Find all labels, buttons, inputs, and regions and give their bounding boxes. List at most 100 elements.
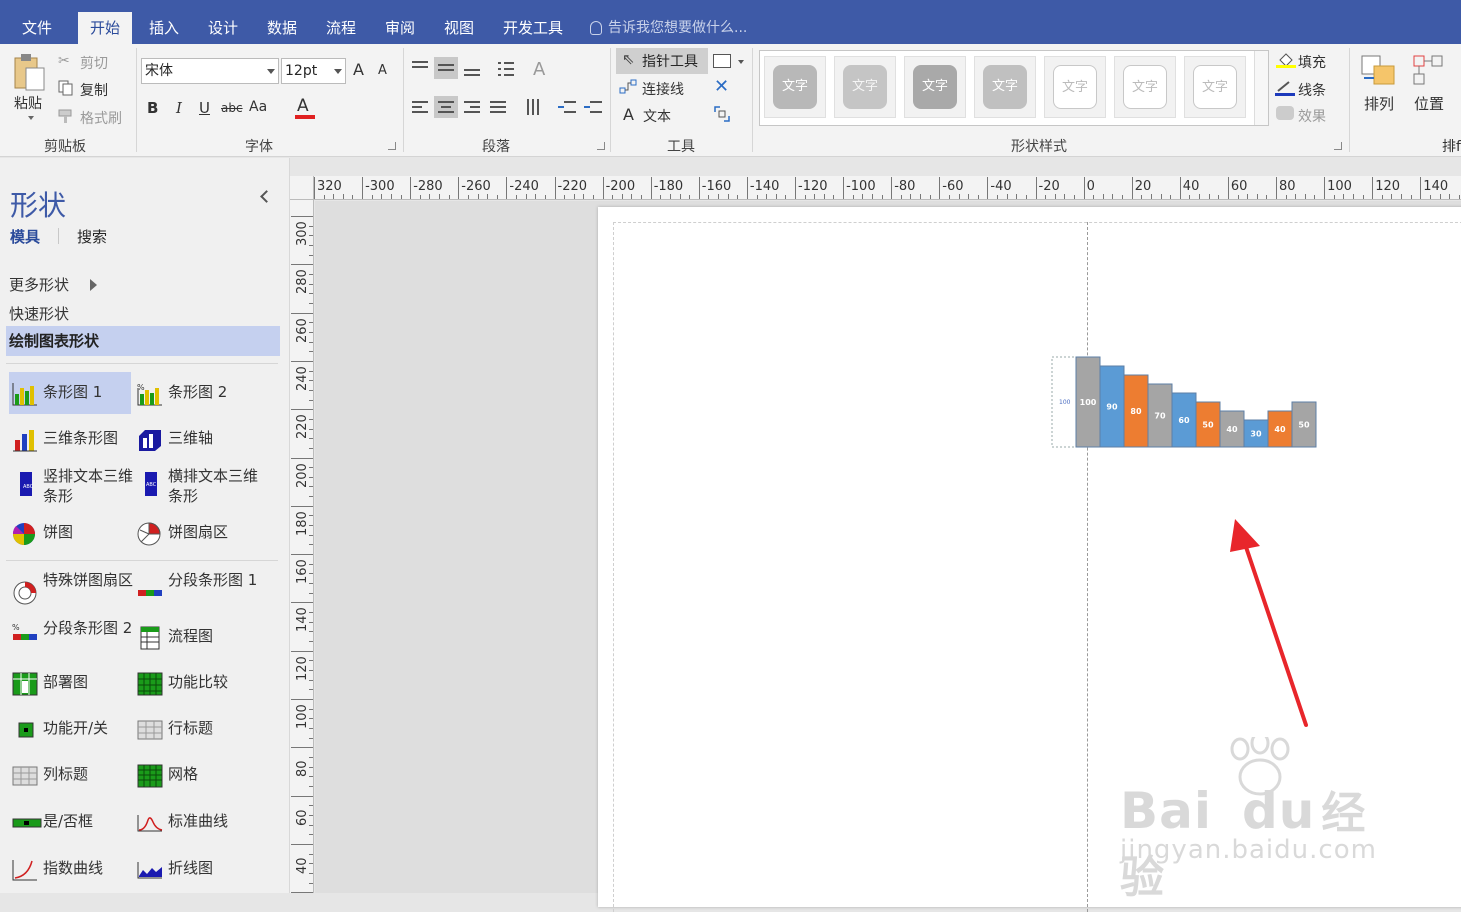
justify-button[interactable] bbox=[486, 96, 510, 118]
shape-divided-bar-1[interactable]: 分段条形图 1 bbox=[134, 566, 257, 618]
rectangle-tool-icon[interactable] bbox=[713, 54, 731, 68]
collapse-pane-icon[interactable] bbox=[260, 190, 273, 203]
pointer-tool-button[interactable]: ⇖ 指针工具 bbox=[616, 48, 708, 74]
chevron-right-icon[interactable] bbox=[90, 279, 97, 291]
close-icon[interactable]: ✕ bbox=[714, 76, 729, 97]
current-stencil[interactable]: 绘制图表形状 bbox=[6, 326, 280, 356]
style-swatch[interactable]: 文字 bbox=[1114, 56, 1176, 118]
align-top-button[interactable] bbox=[408, 57, 432, 79]
vertical-ruler[interactable]: 3002802602402202001801601401201008060402… bbox=[290, 200, 314, 893]
text-tool-button[interactable]: 文本 bbox=[643, 106, 671, 126]
style-swatch[interactable]: 文字 bbox=[834, 56, 896, 118]
arrange-button[interactable]: 排列 bbox=[1364, 93, 1394, 114]
grow-font-button[interactable]: A bbox=[353, 60, 364, 79]
gallery-scrollbar[interactable] bbox=[1254, 51, 1268, 125]
shape-feature-on-off[interactable]: 功能开/关 bbox=[9, 708, 131, 750]
ruler-minor-tick bbox=[487, 194, 489, 199]
tab-view[interactable]: 视图 bbox=[432, 14, 486, 44]
bar-chart-shape[interactable]: 100 100 90 80 70 60 50 40 30 40 50 bbox=[1050, 353, 1320, 449]
italic-button[interactable]: I bbox=[176, 99, 182, 117]
effects-button[interactable]: 效果 bbox=[1298, 106, 1326, 126]
align-bottom-button[interactable] bbox=[460, 57, 484, 79]
more-shapes-link[interactable]: 更多形状 bbox=[9, 274, 69, 295]
tab-insert[interactable]: 插入 bbox=[137, 14, 191, 44]
bold-button[interactable]: B bbox=[147, 99, 158, 117]
style-swatch[interactable]: 文字 bbox=[974, 56, 1036, 118]
shape-column-header[interactable]: 列标题 bbox=[9, 754, 131, 796]
tab-search[interactable]: 搜索 bbox=[77, 226, 107, 247]
shape-feature-comparison[interactable]: 功能比较 bbox=[134, 662, 256, 704]
increase-indent-button[interactable] bbox=[582, 96, 606, 118]
font-color-button[interactable]: A bbox=[297, 96, 309, 116]
style-swatch[interactable]: 文字 bbox=[904, 56, 966, 118]
quick-shapes-link[interactable]: 快速形状 bbox=[9, 303, 69, 324]
align-center-button[interactable] bbox=[434, 96, 458, 118]
shape-vertical-text-3d-bar[interactable]: ABC 竖排文本三维条形 bbox=[9, 464, 133, 516]
paste-dropdown-icon[interactable] bbox=[28, 116, 34, 120]
tab-home[interactable]: 开始 bbox=[78, 12, 133, 44]
shape-flowchart[interactable]: 流程图 bbox=[134, 614, 256, 656]
tab-data[interactable]: 数据 bbox=[255, 14, 309, 44]
tab-review[interactable]: 审阅 bbox=[373, 14, 427, 44]
shrink-font-button[interactable]: A bbox=[378, 63, 387, 78]
shape-bar-graph-1[interactable]: 条形图 1 bbox=[9, 372, 131, 414]
shape-pie-chart[interactable]: 饼图 bbox=[9, 512, 131, 554]
text-rotate-button[interactable]: A bbox=[533, 59, 545, 80]
shape-deployment-chart[interactable]: 部署图 bbox=[9, 662, 131, 704]
tab-file[interactable]: 文件 bbox=[10, 14, 64, 44]
paste-icon[interactable] bbox=[12, 52, 46, 92]
tell-me-box[interactable]: 告诉我您想要做什么... bbox=[590, 14, 747, 42]
style-swatch[interactable]: 文字 bbox=[1044, 56, 1106, 118]
shape-grid[interactable]: 网格 bbox=[134, 754, 256, 796]
ruler-minor-tick bbox=[1112, 194, 1114, 199]
format-painter-button[interactable]: 格式刷 bbox=[80, 108, 122, 128]
shape-bar-graph-2[interactable]: % 条形图 2 bbox=[134, 372, 256, 414]
style-swatch[interactable]: 文字 bbox=[1184, 56, 1246, 118]
change-case-button[interactable]: Aa bbox=[249, 99, 267, 115]
tab-developer[interactable]: 开发工具 bbox=[491, 14, 575, 44]
ruler-tick bbox=[291, 312, 313, 314]
tab-design[interactable]: 设计 bbox=[196, 14, 250, 44]
horizontal-ruler[interactable]: 320 -300 -280 -260 -240 -220 -200 -180 -160 -140-… bbox=[314, 176, 1461, 200]
connector-button[interactable]: 连接线 bbox=[642, 79, 684, 99]
shape-normal-curve[interactable]: 标准曲线 bbox=[134, 801, 256, 843]
align-right-button[interactable] bbox=[460, 96, 484, 118]
shape-styles-launcher-icon[interactable] bbox=[1334, 142, 1342, 150]
shape-3d-bar-graph[interactable]: 三维条形图 bbox=[9, 418, 131, 460]
fill-button[interactable]: 填充 bbox=[1298, 52, 1326, 72]
connection-point-icon[interactable] bbox=[712, 104, 732, 124]
shape-3d-axis[interactable]: 三维轴 bbox=[134, 418, 256, 460]
shape-exponential-curve[interactable]: 指数曲线 bbox=[9, 848, 131, 890]
line-button[interactable]: 线条 bbox=[1298, 80, 1326, 100]
align-left-button[interactable] bbox=[408, 96, 432, 118]
paste-button[interactable]: 粘贴 bbox=[14, 93, 42, 113]
strikethrough-button[interactable]: abc bbox=[221, 101, 243, 115]
ruler-minor-tick bbox=[871, 194, 873, 199]
copy-button[interactable]: 复制 bbox=[80, 80, 108, 100]
shape-line-graph[interactable]: 折线图 bbox=[134, 848, 256, 890]
shape-row-header[interactable]: 行标题 bbox=[134, 708, 256, 750]
underline-button[interactable]: U bbox=[199, 99, 210, 117]
cut-button[interactable]: 剪切 bbox=[80, 53, 108, 73]
ruler-label: 20 bbox=[1134, 179, 1152, 194]
shape-yes-no-box[interactable]: 是/否框 bbox=[9, 801, 131, 843]
drawing-canvas[interactable]: 100 100 90 80 70 60 50 40 30 40 50 Bai du 经验 jingyan… bbox=[315, 201, 1461, 912]
font-size-select[interactable]: 12pt bbox=[281, 58, 346, 84]
shape-horizontal-text-3d-bar[interactable]: ABC 横排文本三维条形 bbox=[134, 464, 258, 516]
text-direction-button[interactable] bbox=[522, 96, 546, 118]
shape-pie-slice[interactable]: 饼图扇区 bbox=[134, 512, 256, 554]
vertical-guide[interactable] bbox=[1087, 222, 1088, 912]
decrease-indent-button[interactable] bbox=[556, 96, 580, 118]
position-button[interactable]: 位置 bbox=[1414, 93, 1444, 114]
chevron-down-icon[interactable] bbox=[738, 60, 744, 64]
paragraph-dialog-launcher-icon[interactable] bbox=[597, 142, 605, 150]
bullets-button[interactable] bbox=[494, 57, 518, 79]
shape-special-pie-slice[interactable]: 特殊饼图扇区 bbox=[9, 566, 133, 618]
shape-divided-bar-2[interactable]: % 分段条形图 2 bbox=[9, 614, 132, 666]
tab-process[interactable]: 流程 bbox=[314, 14, 368, 44]
tab-stencils[interactable]: 模具 bbox=[10, 226, 40, 247]
style-swatch[interactable]: 文字 bbox=[764, 56, 826, 118]
font-family-select[interactable]: 宋体 bbox=[141, 58, 279, 84]
font-dialog-launcher-icon[interactable] bbox=[388, 142, 396, 150]
align-middle-button[interactable] bbox=[434, 57, 458, 79]
